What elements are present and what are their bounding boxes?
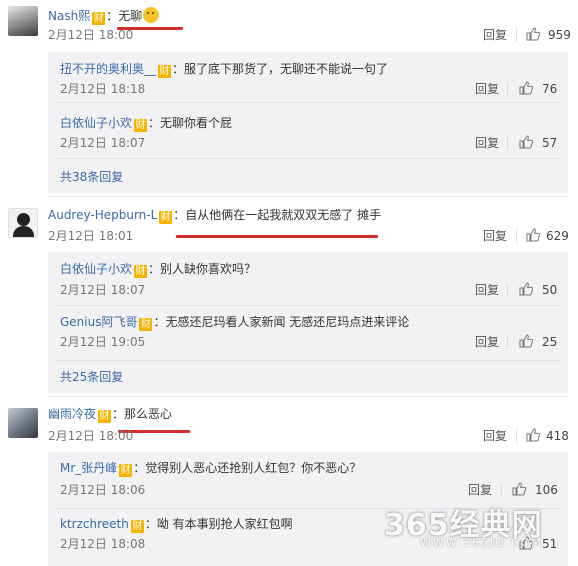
thumbs-up-icon[interactable] xyxy=(526,428,540,442)
like-count: 50 xyxy=(542,283,558,297)
thumbs-up-icon[interactable] xyxy=(519,334,533,348)
reply-button[interactable]: 回复 xyxy=(483,428,507,444)
more-replies-link[interactable]: 共38条回复 xyxy=(60,169,123,185)
divider xyxy=(516,229,517,243)
verified-badge: 财 xyxy=(134,265,148,278)
separator xyxy=(48,196,568,197)
reply-author[interactable]: Genius阿飞哥 xyxy=(60,315,137,329)
like-count: 959 xyxy=(548,28,571,42)
reply-time: 2月12日 18:07 xyxy=(60,283,146,297)
thumbs-up-icon[interactable] xyxy=(519,282,533,296)
separator xyxy=(56,360,560,361)
thumbs-up-icon[interactable] xyxy=(519,135,533,149)
comment-author[interactable]: 幽雨冷夜 xyxy=(48,407,96,421)
reply-time: 2月12日 18:06 xyxy=(60,483,146,497)
reply-time: 2月12日 18:08 xyxy=(60,537,146,551)
comment-text: ：无聊 xyxy=(106,9,143,23)
reply-time: 2月12日 18:18 xyxy=(60,82,146,96)
comment: Nash熙财：无聊 2月12日 18:00 回复 959 扭不开的奥利奥__ 财：… xyxy=(0,0,578,196)
like-count: 418 xyxy=(546,429,569,443)
like-count: 57 xyxy=(542,136,558,150)
reply-text: ：别人缺你喜欢吗？ xyxy=(148,262,257,276)
divider xyxy=(507,82,508,96)
reply-button[interactable]: 回复 xyxy=(475,81,499,97)
comment-text: ：自从他俩在一起我就双双无感了 摊手 xyxy=(173,208,382,222)
comment-time: 2月12日 18:00 xyxy=(48,429,134,443)
divider xyxy=(507,283,508,297)
reply-list: 扭不开的奥利奥__ 财：服了底下那货了，无聊还不能说一句了 2月12日 18:18… xyxy=(48,52,568,193)
comment-time: 2月12日 18:01 xyxy=(48,229,134,243)
reply-button[interactable]: 回复 xyxy=(475,282,499,298)
verified-badge: 财 xyxy=(98,410,112,423)
reply-button[interactable]: 回复 xyxy=(475,334,499,350)
divider xyxy=(516,28,517,42)
reply-button[interactable]: 回复 xyxy=(483,27,507,43)
verified-badge: 财 xyxy=(130,520,144,533)
reply-item: Genius阿飞哥财：无感还尼玛看人家新闻 无感还尼玛点进来评论 2月12日 1… xyxy=(48,306,568,356)
like-count: 25 xyxy=(542,335,558,349)
verified-badge: 财 xyxy=(158,65,172,78)
thumbs-up-icon[interactable] xyxy=(526,228,540,242)
reply-item: 白依仙子小欢财：别人缺你喜欢吗？ 2月12日 18:07 回复 50 xyxy=(48,252,568,302)
verified-badge: 财 xyxy=(159,211,173,224)
comment-time: 2月12日 18:00 xyxy=(48,28,134,42)
reply-item: Mr_张丹峰财：觉得别人恶心还抢别人红包？你不恶心？ 2月12日 18:06 回… xyxy=(48,452,568,502)
more-replies-link[interactable]: 共25条回复 xyxy=(60,369,123,385)
like-count: 51 xyxy=(542,537,558,551)
verified-badge: 财 xyxy=(134,119,148,132)
verified-badge: 财 xyxy=(92,12,106,25)
verified-badge: 财 xyxy=(139,318,153,331)
separator xyxy=(48,396,568,397)
reply-button[interactable]: 回复 xyxy=(468,482,492,498)
comment-author[interactable]: Nash熙 xyxy=(48,9,90,23)
comment-author[interactable]: Audrey-Hepburn-L xyxy=(48,208,157,222)
highlight-underline xyxy=(176,235,378,238)
divider xyxy=(501,483,502,497)
like-count: 76 xyxy=(542,82,558,96)
reply-button[interactable]: 回复 xyxy=(475,135,499,151)
site-watermark-url: WWW.365JD.COM xyxy=(420,536,543,549)
reply-author[interactable]: 白依仙子小欢 xyxy=(60,262,132,276)
reply-time: 2月12日 19:05 xyxy=(60,335,146,349)
reply-text: ：无聊你看个屁 xyxy=(148,116,233,130)
divider xyxy=(507,335,508,349)
reply-item: 扭不开的奥利奥__ 财：服了底下那货了，无聊还不能说一句了 2月12日 18:18… xyxy=(48,52,568,102)
verified-badge: 财 xyxy=(119,464,133,477)
reply-author[interactable]: 白依仙子小欢 xyxy=(60,116,132,130)
reply-author[interactable]: ktrzchreeth xyxy=(60,517,129,531)
reply-item: 白依仙子小欢财：无聊你看个屁 2月12日 18:07 回复 57 xyxy=(48,103,568,153)
avatar[interactable] xyxy=(8,6,38,36)
thumbs-up-icon[interactable] xyxy=(519,81,533,95)
emoji-icon xyxy=(143,7,160,23)
thumbs-up-icon[interactable] xyxy=(526,27,540,41)
divider xyxy=(516,429,517,443)
reply-author[interactable]: Mr_张丹峰 xyxy=(60,461,117,475)
separator xyxy=(56,158,560,159)
comment-text: ：那么恶心 xyxy=(112,407,173,421)
reply-author[interactable]: 扭不开的奥利奥__ xyxy=(60,62,156,76)
reply-text: ：无感还尼玛看人家新闻 无感还尼玛点进来评论 xyxy=(153,315,410,329)
thumbs-up-icon[interactable] xyxy=(512,482,526,496)
divider xyxy=(507,136,508,150)
comment: Audrey-Hepburn-L 财：自从他俩在一起我就双双无感了 摊手 2月12… xyxy=(0,200,578,396)
reply-list: 白依仙子小欢财：别人缺你喜欢吗？ 2月12日 18:07 回复 50 Geniu… xyxy=(48,252,568,393)
reply-text: ：呦 有本事别抢人家红包啊 xyxy=(144,517,293,531)
reply-button[interactable]: 回复 xyxy=(483,228,507,244)
like-count: 106 xyxy=(535,483,558,497)
reply-text: ：服了底下那货了，无聊还不能说一句了 xyxy=(172,62,389,76)
reply-text: ：觉得别人恶心还抢别人红包？你不恶心？ xyxy=(133,461,362,475)
like-count: 629 xyxy=(546,229,569,243)
avatar[interactable] xyxy=(8,408,38,438)
reply-time: 2月12日 18:07 xyxy=(60,136,146,150)
avatar[interactable] xyxy=(8,208,38,238)
